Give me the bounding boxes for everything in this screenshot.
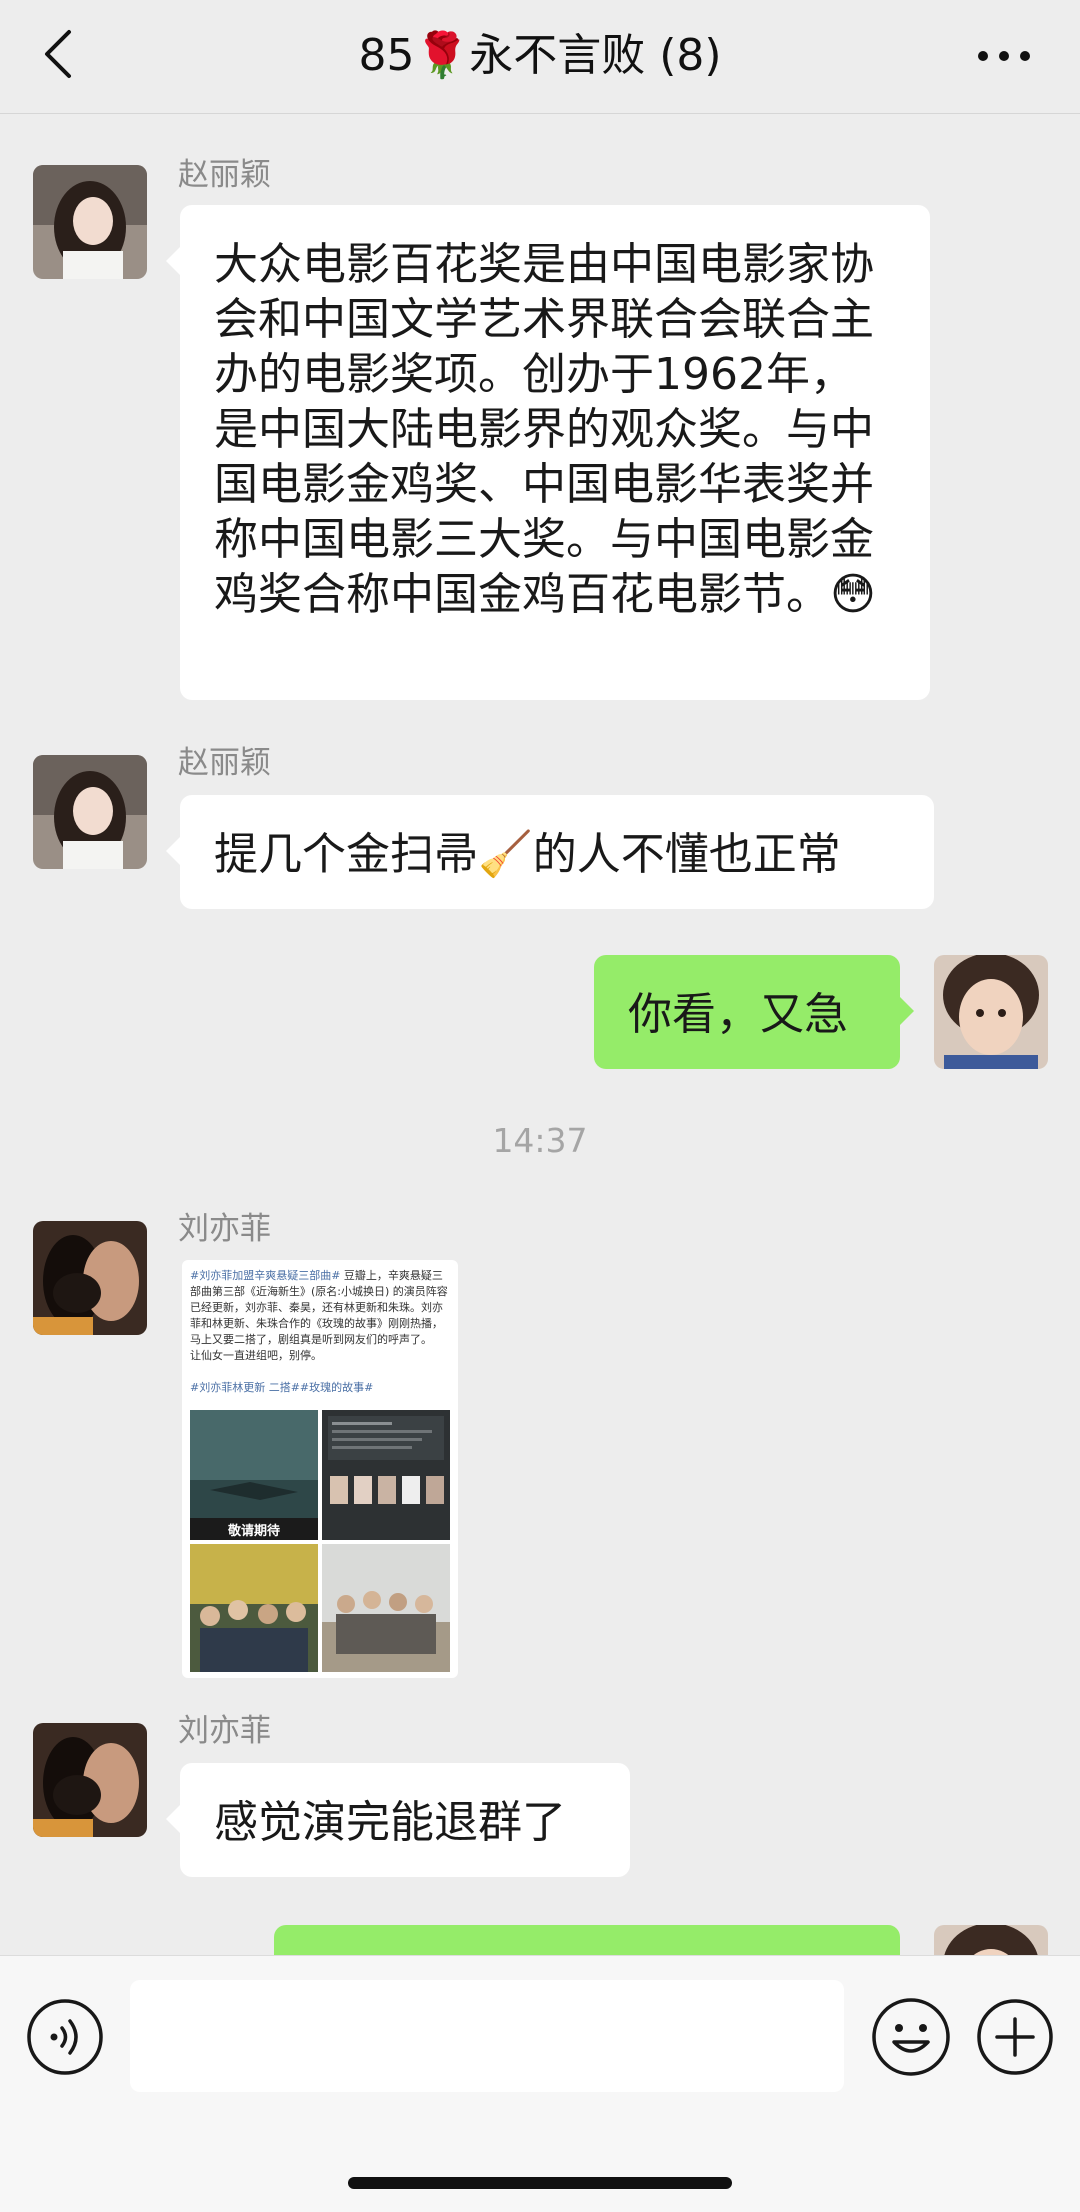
home-indicator[interactable] (348, 2177, 732, 2189)
input-bar (0, 1955, 1080, 2212)
more-dots-icon (977, 47, 1031, 66)
avatar-self[interactable] (934, 1925, 1048, 1955)
more-button[interactable] (974, 32, 1034, 80)
avatar-self[interactable] (934, 955, 1048, 1069)
message-text: 大众电影百花奖是由中国电影家协会和中国文学艺术界联合会联合主办的电影奖项。创办于… (214, 239, 876, 620)
emoji-button[interactable] (870, 1996, 952, 2078)
chat-header: 85🌹永不言败 (8) (0, 0, 1080, 114)
avatar-liu-yifei[interactable] (33, 1221, 147, 1335)
message-bubble-self[interactable]: 你看，又急 (594, 955, 914, 1069)
sender-name: 赵丽颖 (178, 745, 271, 781)
avatar-liu-yifei[interactable] (33, 1723, 147, 1837)
avatar-zhao-liying[interactable] (33, 165, 147, 279)
chat-title: 85🌹永不言败 (8) (358, 30, 722, 81)
poster-image: 敬请期待 (190, 1410, 318, 1540)
post-image-grid: 敬请期待 (190, 1410, 450, 1672)
message-list[interactable]: 赵丽颖 大众电影百花奖是由中国电影家协会和中国文学艺术界联合会联合主办的电影奖项… (0, 115, 1080, 1955)
message-bubble[interactable]: 提几个金扫帚🧹的人不懂也正常 (166, 795, 934, 909)
message-bubble[interactable]: 感觉演完能退群了 (166, 1763, 630, 1877)
post-body: 让仙女一直进组吧，别停。 (190, 1349, 322, 1362)
plus-button[interactable] (976, 1998, 1054, 2076)
cast-photo-image (322, 1544, 450, 1672)
poster-caption: 敬请期待 (227, 1524, 280, 1539)
sender-name: 刘亦菲 (178, 1211, 271, 1247)
hashtag: #刘亦菲加盟辛爽悬疑三部曲# (190, 1269, 341, 1282)
avatar-zhao-liying[interactable] (33, 755, 147, 869)
message-text: 提几个金扫帚🧹的人不懂也正常 (214, 829, 841, 880)
hashtag: #刘亦菲林更新 二搭##玫瑰的故事# (190, 1381, 374, 1394)
voice-button[interactable] (26, 1998, 104, 2076)
image-message[interactable]: #刘亦菲加盟辛爽悬疑三部曲# 豆瓣上，辛爽悬疑三部曲第三部《近海新生》(原名:小… (182, 1260, 458, 1678)
message-text: 感觉演完能退群了 (214, 1797, 566, 1848)
cast-image (322, 1410, 450, 1540)
plus-icon (976, 1999, 1054, 2080)
message-input[interactable] (130, 1980, 844, 2092)
emoji-icon (870, 1998, 952, 2082)
sender-name: 赵丽颖 (178, 157, 271, 193)
timestamp: 14:37 (492, 1121, 588, 1160)
message-bubble[interactable]: 大众电影百花奖是由中国电影家协会和中国文学艺术界联合会联合主办的电影奖项。创办于… (166, 205, 930, 700)
group-photo-image (190, 1544, 318, 1672)
post-caption: #刘亦菲加盟辛爽悬疑三部曲# 豆瓣上，辛爽悬疑三部曲第三部《近海新生》(原名:小… (190, 1268, 450, 1396)
message-bubble-self[interactable] (274, 1925, 900, 1955)
message-text: 你看，又急 (628, 989, 848, 1040)
sender-name: 刘亦菲 (178, 1713, 271, 1749)
voice-icon (26, 1999, 104, 2080)
